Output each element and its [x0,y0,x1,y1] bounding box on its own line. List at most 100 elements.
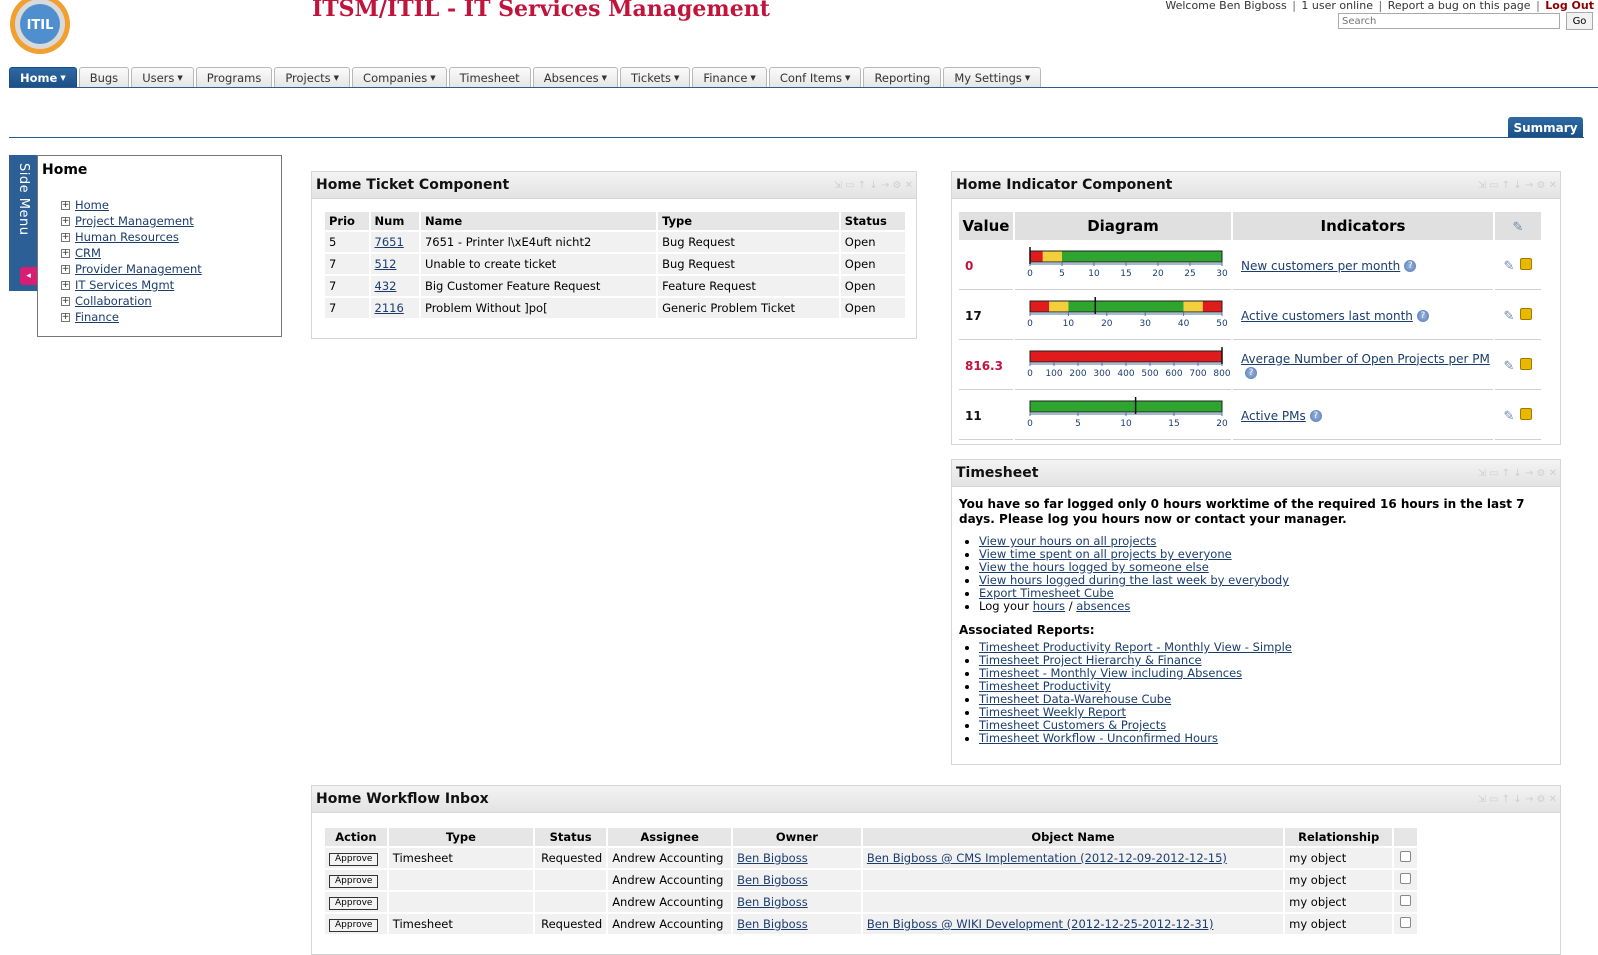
help-icon[interactable]: ? [1309,409,1322,422]
side-menu-item[interactable]: + Project Management [61,213,202,229]
side-menu-link[interactable]: Collaboration [75,294,152,308]
expand-plus-icon[interactable]: + [61,216,70,226]
log-hours-link[interactable]: hours [1033,599,1065,613]
expand-plus-icon[interactable]: + [61,296,70,306]
wrench-icon[interactable]: ✎ [1504,309,1515,324]
timesheet-link[interactable]: View time spent on all projects by every… [979,547,1232,561]
expand-plus-icon[interactable]: + [61,312,70,322]
lock-icon[interactable] [1520,307,1533,320]
tab-bugs[interactable]: Bugs [78,67,130,88]
portlet-controls[interactable]: ⇲ ▭ ↑ ↓ → ⚙ ✕ [1478,794,1557,805]
owner-link[interactable]: Ben Bigboss [737,895,808,909]
timesheet-link[interactable]: View your hours on all projects [979,534,1156,548]
indicator-link[interactable]: Active customers last month [1241,309,1413,323]
indicator-link[interactable]: Average Number of Open Projects per PM [1241,352,1490,366]
tab-companies[interactable]: Companies ▼ [352,67,447,88]
row-checkbox[interactable] [1400,895,1412,906]
tab-summary[interactable]: Summary [1508,117,1583,138]
expand-plus-icon[interactable]: + [61,280,70,290]
tab-home[interactable]: Home ▼ [9,67,77,88]
wrench-icon[interactable]: ✎ [1504,359,1515,374]
tab-finance[interactable]: Finance ▼ [692,67,767,88]
row-checkbox[interactable] [1400,851,1412,862]
side-menu-link[interactable]: CRM [75,246,101,260]
timesheet-link[interactable]: Export Timesheet Cube [979,586,1114,600]
wrench-icon[interactable]: ✎ [1513,220,1524,235]
timesheet-link[interactable]: View hours logged during the last week b… [979,573,1289,587]
owner-link[interactable]: Ben Bigboss [737,851,808,865]
search-input[interactable] [1338,13,1560,29]
indicator-link[interactable]: New customers per month [1241,259,1400,273]
pin-icon[interactable]: ◂ [20,267,37,285]
object-link[interactable]: Ben Bigboss @ CMS Implementation (2012-1… [867,851,1227,865]
report-link[interactable]: Timesheet Customers & Projects [979,718,1166,732]
side-menu-link[interactable]: IT Services Mgmt [75,278,174,292]
report-link[interactable]: Timesheet - Monthly View including Absen… [979,666,1242,680]
itil-logo[interactable]: ITIL [8,0,72,56]
wrench-icon[interactable]: ✎ [1504,259,1515,274]
portlet-controls[interactable]: ⇲ ▭ ↑ ↓ → ⚙ ✕ [834,180,913,191]
ticket-num-link[interactable]: 432 [375,279,397,293]
owner-link[interactable]: Ben Bigboss [737,917,808,931]
tab-conf-items[interactable]: Conf Items ▼ [768,67,862,88]
side-menu-item[interactable]: + Home [61,197,202,213]
timesheet-link[interactable]: View the hours logged by someone else [979,560,1209,574]
users-online-text[interactable]: 1 user online [1301,0,1373,12]
side-menu-link[interactable]: Provider Management [75,262,202,276]
portlet-controls[interactable]: ⇲ ▭ ↑ ↓ → ⚙ ✕ [1478,180,1557,191]
side-menu-link[interactable]: Project Management [75,214,194,228]
log-absences-link[interactable]: absences [1076,599,1130,613]
object-link[interactable]: Ben Bigboss @ WIKI Development (2012-12-… [867,917,1214,931]
side-menu-item[interactable]: + Finance [61,309,202,325]
owner-link[interactable]: Ben Bigboss [737,873,808,887]
side-menu-item[interactable]: + CRM [61,245,202,261]
tab-my-settings[interactable]: My Settings ▼ [943,67,1042,88]
lock-icon[interactable] [1520,257,1533,270]
report-link[interactable]: Timesheet Workflow - Unconfirmed Hours [979,731,1218,745]
search-go-button[interactable]: Go [1566,12,1593,30]
report-link[interactable]: Timesheet Project Hierarchy & Finance [979,653,1202,667]
expand-plus-icon[interactable]: + [61,200,70,210]
portlet-controls[interactable]: ⇲ ▭ ↑ ↓ → ⚙ ✕ [1478,468,1557,479]
side-menu-item[interactable]: + IT Services Mgmt [61,277,202,293]
report-link[interactable]: Timesheet Data-Warehouse Cube [979,692,1171,706]
report-link[interactable]: Timesheet Productivity [979,679,1111,693]
side-menu-item[interactable]: + Provider Management [61,261,202,277]
ticket-num-link[interactable]: 2116 [375,301,404,315]
side-menu-handle[interactable]: Side Menu ◂ [9,155,37,291]
tab-projects[interactable]: Projects ▼ [274,67,351,88]
logout-link[interactable]: Log Out [1545,0,1594,12]
tab-users[interactable]: Users ▼ [131,67,194,88]
lock-icon[interactable] [1520,357,1533,370]
side-menu-link[interactable]: Home [75,198,109,212]
expand-plus-icon[interactable]: + [61,264,70,274]
side-menu-link[interactable]: Human Resources [75,230,179,244]
report-link[interactable]: Timesheet Weekly Report [979,705,1126,719]
help-icon[interactable]: ? [1416,309,1429,322]
row-checkbox[interactable] [1400,917,1412,928]
side-menu-item[interactable]: + Collaboration [61,293,202,309]
tab-tickets[interactable]: Tickets ▼ [620,67,691,88]
ticket-num-link[interactable]: 512 [375,257,397,271]
side-menu-item[interactable]: + Human Resources [61,229,202,245]
wrench-icon[interactable]: ✎ [1504,409,1515,424]
report-link[interactable]: Timesheet Productivity Report - Monthly … [979,640,1292,654]
row-checkbox[interactable] [1400,873,1412,884]
approve-button[interactable]: Approve [329,918,379,932]
help-icon[interactable]: ? [1245,366,1257,379]
expand-plus-icon[interactable]: + [61,248,70,258]
approve-button[interactable]: Approve [329,852,379,866]
help-icon[interactable]: ? [1404,259,1417,272]
expand-plus-icon[interactable]: + [61,232,70,242]
approve-button[interactable]: Approve [329,896,379,910]
side-menu-link[interactable]: Finance [75,310,119,324]
tab-reporting[interactable]: Reporting [863,67,942,88]
tab-programs[interactable]: Programs [195,67,273,88]
tab-absences[interactable]: Absences ▼ [532,67,619,88]
tab-timesheet[interactable]: Timesheet [448,67,531,88]
approve-button[interactable]: Approve [329,874,379,888]
ticket-num-link[interactable]: 7651 [375,235,404,249]
indicator-link[interactable]: Active PMs [1241,409,1306,423]
report-bug-link[interactable]: Report a bug on this page [1388,0,1531,12]
lock-icon[interactable] [1520,407,1533,420]
